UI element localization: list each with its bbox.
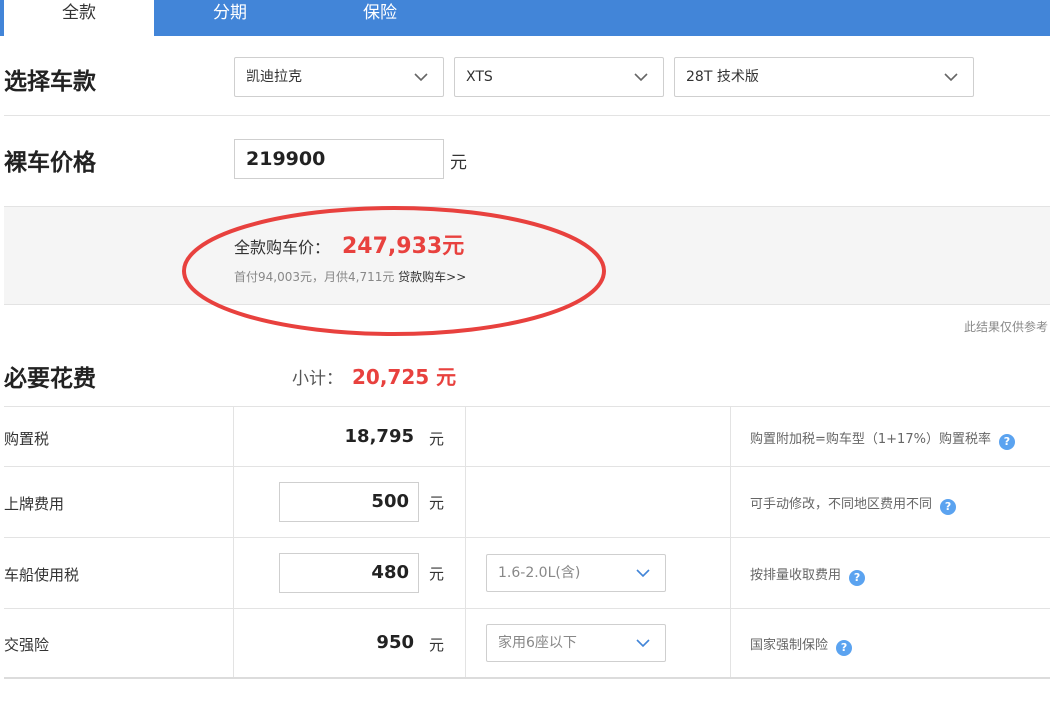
disclaimer-text: 此结果仅供参考: [963, 320, 1048, 334]
tab-insurance[interactable]: 保险: [320, 0, 440, 36]
displacement-select-value: 1.6-2.0L(含): [498, 565, 581, 581]
select-car-title: 选择车款: [4, 69, 96, 95]
chevron-down-icon: [414, 73, 428, 82]
question-mark-icon[interactable]: ?: [998, 434, 1015, 450]
brand-select-value: 凯迪拉克: [246, 69, 302, 85]
chevron-down-icon: [634, 73, 648, 82]
registration-fee-unit: 元: [429, 494, 445, 512]
column-divider: [465, 407, 466, 677]
question-mark-icon[interactable]: ?: [849, 570, 866, 586]
compulsory-insurance-note: 国家强制保险?: [750, 634, 853, 656]
vehicle-tax-unit: 元: [429, 565, 445, 583]
purchase-tax-note: 购置附加税=购车型（1+17%）购置税率?: [750, 428, 1015, 450]
bare-price-unit: 元: [450, 153, 467, 173]
vehicle-tax-note: 按排量收取费用?: [750, 564, 866, 586]
compulsory-insurance-label: 交强险: [4, 636, 50, 654]
row-divider: [4, 466, 1050, 467]
tab-full-payment[interactable]: 全款: [4, 0, 154, 36]
chevron-down-icon: [636, 639, 650, 648]
vehicle-tax-note-text: 按排量收取费用: [750, 568, 842, 583]
brand-select[interactable]: 凯迪拉克: [234, 57, 444, 97]
purchase-tax-unit: 元: [429, 430, 445, 448]
model-select-value: XTS: [466, 69, 493, 85]
purchase-tax-label: 购置税: [4, 430, 50, 448]
question-mark-icon[interactable]: ?: [836, 640, 853, 656]
registration-fee-label: 上牌费用: [4, 495, 65, 513]
seat-type-select-value: 家用6座以下: [498, 635, 577, 651]
registration-fee-note-text: 可手动修改，不同地区费用不同: [750, 497, 933, 512]
column-divider: [233, 407, 234, 677]
divider: [4, 115, 1050, 116]
required-costs-title: 必要花费: [4, 366, 96, 392]
registration-fee-note: 可手动修改，不同地区费用不同?: [750, 493, 957, 515]
vehicle-tax-label: 车船使用税: [4, 566, 80, 584]
registration-fee-input[interactable]: 500: [279, 482, 419, 522]
trim-select-value: 28T 技术版: [686, 69, 759, 85]
compulsory-insurance-value: 950: [376, 632, 414, 653]
compulsory-insurance-unit: 元: [429, 636, 445, 654]
vehicle-tax-input[interactable]: 480: [279, 553, 419, 593]
purchase-tax-value: 18,795: [344, 426, 414, 447]
compulsory-insurance-note-text: 国家强制保险: [750, 638, 829, 653]
subtotal-label: 小计：: [292, 369, 343, 389]
question-mark-icon[interactable]: ?: [940, 499, 957, 515]
displacement-select[interactable]: 1.6-2.0L(含): [486, 554, 666, 592]
bare-price-input[interactable]: 219900: [234, 139, 444, 179]
chevron-down-icon: [944, 73, 958, 82]
tab-installment[interactable]: 分期: [170, 0, 290, 36]
subtotal-value: 20,725 元: [352, 365, 457, 389]
column-divider: [730, 407, 731, 677]
table-bottom-border: [4, 677, 1050, 679]
trim-select[interactable]: 28T 技术版: [674, 57, 974, 97]
annotation-ellipse: [182, 206, 606, 336]
purchase-tax-note-text: 购置附加税=购车型（1+17%）购置税率: [750, 432, 991, 447]
tab-bar: 全款 分期 保险: [0, 0, 1050, 36]
chevron-down-icon: [636, 569, 650, 578]
seat-type-select[interactable]: 家用6座以下: [486, 624, 666, 662]
bare-price-title: 裸车价格: [4, 150, 96, 176]
row-divider: [4, 537, 1050, 538]
table-top-border: [4, 406, 1050, 407]
row-divider: [4, 608, 1050, 609]
model-select[interactable]: XTS: [454, 57, 664, 97]
